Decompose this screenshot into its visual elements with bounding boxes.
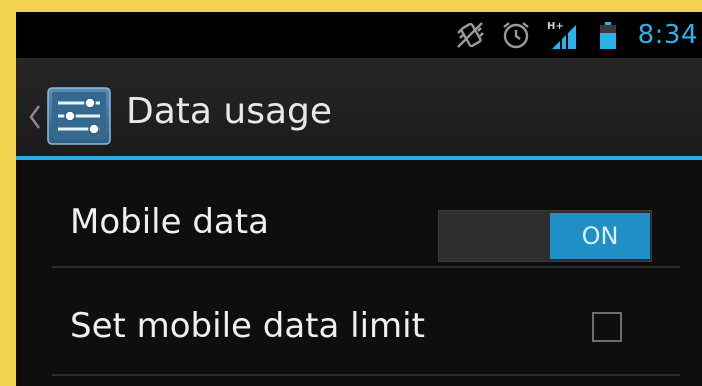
mobile-data-label: Mobile data (70, 202, 269, 242)
up-navigation-button[interactable] (20, 82, 120, 145)
alarm-icon (502, 22, 529, 49)
battery-icon (599, 22, 616, 49)
status-icons: H+ 8:34 (454, 12, 702, 58)
data-limit-label: Set mobile data limit (70, 306, 425, 346)
mobile-data-toggle[interactable]: ON (438, 210, 652, 262)
toggle-on-thumb: ON (550, 213, 650, 259)
list-divider (52, 374, 680, 376)
settings-list: Mobile data ON Set mobile data limit (16, 160, 702, 386)
signal-type-label: H+ (547, 21, 564, 32)
chevron-left-icon (29, 105, 40, 129)
page-title: Data usage (126, 91, 333, 132)
list-divider (52, 266, 680, 268)
data-limit-row[interactable]: Set mobile data limit (52, 280, 680, 370)
hplus-signal-icon: H+ (547, 21, 576, 49)
settings-sliders-icon (47, 87, 111, 145)
status-bar: H+ 8:34 (16, 12, 702, 58)
vibrate-icon (456, 22, 484, 48)
mobile-data-row[interactable]: Mobile data ON (52, 182, 680, 266)
device-screen: H+ 8:34 Data usage Mobile data ON Set mo… (16, 12, 702, 386)
status-time: 8:34 (637, 20, 698, 50)
data-limit-checkbox[interactable] (592, 312, 622, 342)
